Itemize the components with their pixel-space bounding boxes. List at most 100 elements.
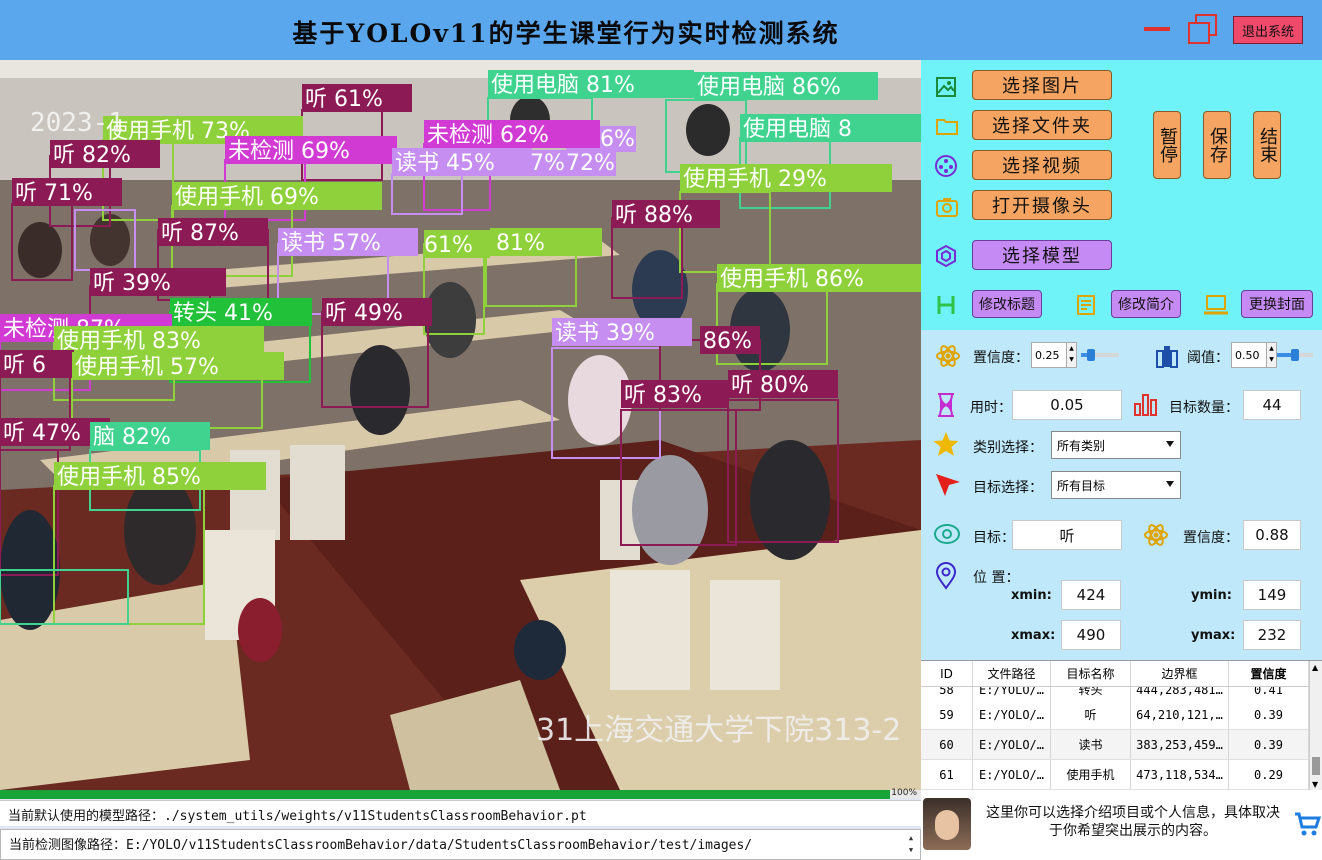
count-field: 44 [1243,390,1301,420]
detection-label: 读书 57% [281,231,381,256]
table-cell: E:/YOLO/… [973,730,1051,759]
detection-label: 听 87% [161,221,239,246]
eye-icon [934,524,960,544]
scroll-down-arrow[interactable]: ▼ [1312,780,1318,789]
select-folder-button[interactable]: 选择文件夹 [972,110,1112,140]
detection-label: 61% [424,233,473,258]
results-table[interactable]: 58 E:/YOLO/… 转头 444,283,481… 0.41 ID 文件路… [921,660,1322,790]
progress-fill [0,790,890,799]
threshold-slider[interactable] [1277,349,1313,361]
pause-button[interactable]: 暂停 [1153,111,1181,179]
confidence-slider[interactable] [1081,349,1119,361]
table-row[interactable]: 59 E:/YOLO/… 听 64,210,121,… 0.39 [921,700,1309,730]
table-scrollbar[interactable]: ▲ ▼ [1309,661,1322,790]
edit-intro-button[interactable]: 修改简介 [1111,290,1181,318]
column-header-id[interactable]: ID [921,661,973,686]
table-cell: E:/YOLO/… [973,760,1051,789]
column-header-confidence[interactable]: 置信度 [1229,661,1309,686]
save-label: 保存 [1207,127,1228,163]
table-cell: 64,210,121,… [1131,700,1229,729]
table-row[interactable]: 61 E:/YOLO/… 使用手机 473,118,534… 0.29 [921,760,1309,790]
model-path-label: 当前默认使用的模型路径：./system_utils/weights/v11St… [0,800,921,826]
object-label: 目标： [973,530,1015,546]
target-select-value: 所有目标 [1057,478,1106,493]
xmin-field: 424 [1061,580,1121,610]
edit-title-button[interactable]: 修改标题 [972,290,1042,318]
image-path-box[interactable]: 当前检测图像路径：E:/YOLO/v11StudentsClassroomBeh… [0,829,921,860]
cart-icon[interactable] [1293,810,1321,838]
count-label: 目标数量： [1169,400,1239,416]
column-header-path[interactable]: 文件路径 [973,661,1051,686]
detection-label: 7% [530,151,565,176]
threshold-spinbox[interactable]: 0.50 ▲ ▼ [1231,342,1277,368]
info-text: 这里你可以选择介绍项目或个人信息，具体取决于你希望突出展示的内容。 [986,805,1280,839]
table-header: ID 文件路径 目标名称 边界框 置信度 [921,661,1309,687]
select-model-button[interactable]: 选择模型 [972,240,1112,270]
target-select[interactable]: 所有目标 [1051,471,1181,499]
detection-label: 未检测 62% [427,123,549,148]
video-timestamp: 2023-1 [30,108,124,138]
table-cell: 0.39 [1229,730,1309,759]
column-header-name[interactable]: 目标名称 [1051,661,1131,686]
column-header-bbox[interactable]: 边界框 [1131,661,1229,686]
restore-button[interactable] [1186,14,1218,46]
table-cell: 60 [921,730,973,759]
exit-button[interactable]: 退出系统 [1233,16,1303,44]
avatar [923,798,971,850]
pause-label: 暂停 [1157,127,1178,163]
scroll-arrows[interactable]: ▲ ▼ [904,832,918,858]
detection-label: 使用手机 85% [57,465,201,490]
detection-label: 听 39% [93,271,171,296]
time-field: 0.05 [1012,390,1122,420]
save-button[interactable]: 保存 [1203,111,1231,179]
detection-label: 使用电脑 81% [491,73,635,98]
title-bar: 基于YOLOv11的学生课堂行为实时检测系统 退出系统 [0,0,1322,60]
table-row[interactable]: 60 E:/YOLO/… 读书 383,253,459… 0.39 [921,730,1309,760]
detection-label: 使用手机 69% [175,185,319,210]
class-select[interactable]: 所有类别 [1051,431,1181,459]
table-cell: 473,118,534… [1131,760,1229,789]
threshold-value: 0.50 [1235,348,1260,362]
chevron-down-icon [1166,441,1174,447]
camera-icon [936,198,958,217]
chair [710,580,780,690]
app-title: 基于YOLOv11的学生课堂行为实时检测系统 [292,19,840,48]
slider-handle[interactable] [1291,349,1299,361]
end-button[interactable]: 结束 [1253,111,1281,179]
threshold-icon [1156,346,1178,368]
slider-handle[interactable] [1086,349,1095,361]
chair [610,570,690,690]
restore-icon-front [1188,22,1210,44]
scrollbar-thumb[interactable] [1312,757,1320,775]
class-select-value: 所有类别 [1057,438,1106,453]
parameter-panel: 置信度： 0.25 ▲ ▼ 阈值： 0.50 ▲ ▼ 用时： 0.05 目标数量： … [921,330,1322,660]
confidence-spinbox[interactable]: 0.25 ▲ ▼ [1031,342,1077,368]
change-cover-button[interactable]: 更换封面 [1241,290,1313,318]
detection-label: 使用电脑 8 [743,117,852,142]
student [686,104,730,156]
minimize-button[interactable] [1144,27,1170,31]
open-camera-button[interactable]: 打开摄像头 [972,190,1112,220]
select-image-button[interactable]: 选择图片 [972,70,1112,100]
ymax-label: ymax: [1191,628,1236,643]
detection-label: 转头 41% [173,301,273,326]
table-cell: 61 [921,760,973,789]
detection-label: 使用手机 83% [57,329,201,354]
progress-bar: 100% [0,788,921,799]
spin-arrows[interactable]: ▲ ▼ [1066,343,1076,367]
student [124,475,196,585]
spin-arrows[interactable]: ▲ ▼ [1266,343,1276,367]
scroll-up-arrow[interactable]: ▲ [1312,663,1318,672]
select-video-button[interactable]: 选择视频 [972,150,1112,180]
threshold-label: 阈值： [1187,350,1229,366]
image-icon [936,77,956,97]
table-cell: 0.39 [1229,700,1309,729]
position-label: 位 置： [973,570,1020,586]
image-path-text: 当前检测图像路径：E:/YOLO/v11StudentsClassroomBeh… [9,838,753,853]
end-label: 结束 [1257,127,1278,163]
target-select-label: 目标选择： [973,480,1043,496]
avatar-face [935,810,959,840]
star-icon [933,432,959,456]
detection-label: 使用手机 57% [75,355,219,380]
table-cell: 0.29 [1229,760,1309,789]
